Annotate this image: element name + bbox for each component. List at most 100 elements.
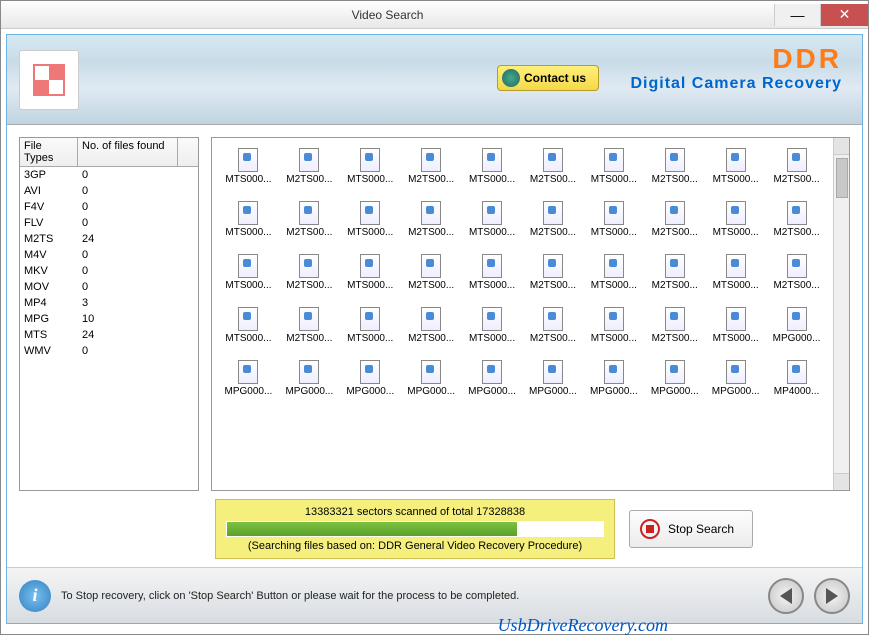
file-item[interactable]: MTS000... xyxy=(218,201,279,238)
file-grid-panel: MTS000...M2TS00...MTS000...M2TS00...MTS0… xyxy=(211,137,850,491)
table-row[interactable]: MTS24 xyxy=(20,327,198,343)
file-item[interactable]: MPG000... xyxy=(523,360,584,397)
file-icon xyxy=(299,148,319,172)
file-item[interactable]: MTS000... xyxy=(462,254,523,291)
next-button[interactable] xyxy=(814,578,850,614)
file-item[interactable]: MTS000... xyxy=(583,148,644,185)
website-link[interactable]: UsbDriveRecovery.com xyxy=(498,615,668,636)
table-body: 3GP0AVI0F4V0FLV0M2TS24M4V0MKV0MOV0MP43MP… xyxy=(20,167,198,490)
file-item[interactable]: MTS000... xyxy=(340,254,401,291)
file-item[interactable]: MTS000... xyxy=(705,148,766,185)
file-item[interactable]: MPG000... xyxy=(766,307,827,344)
back-button[interactable] xyxy=(768,578,804,614)
file-item[interactable]: MPG000... xyxy=(462,360,523,397)
table-row[interactable]: MOV0 xyxy=(20,279,198,295)
window-title: Video Search xyxy=(1,8,774,22)
file-item[interactable]: M2TS00... xyxy=(644,254,705,291)
file-item[interactable]: M2TS00... xyxy=(523,148,584,185)
file-item[interactable]: M2TS00... xyxy=(766,201,827,238)
table-row[interactable]: 3GP0 xyxy=(20,167,198,183)
chevron-left-icon xyxy=(780,588,792,604)
file-item[interactable]: MPG000... xyxy=(583,360,644,397)
info-icon: i xyxy=(19,580,51,612)
cell-count: 0 xyxy=(78,215,178,231)
file-item[interactable]: MTS000... xyxy=(583,307,644,344)
file-item[interactable]: M2TS00... xyxy=(401,148,462,185)
table-row[interactable]: MP43 xyxy=(20,295,198,311)
file-item[interactable]: MTS000... xyxy=(218,148,279,185)
file-item[interactable]: MTS000... xyxy=(462,148,523,185)
cell-type: FLV xyxy=(20,215,78,231)
file-item[interactable]: MTS000... xyxy=(340,307,401,344)
file-item[interactable]: MTS000... xyxy=(340,201,401,238)
close-button[interactable]: ✕ xyxy=(820,4,868,26)
file-label: M2TS00... xyxy=(652,174,698,185)
file-item[interactable]: MPG000... xyxy=(279,360,340,397)
chevron-right-icon xyxy=(826,588,838,604)
file-item[interactable]: MTS000... xyxy=(583,254,644,291)
file-item[interactable]: MTS000... xyxy=(705,201,766,238)
file-label: M2TS00... xyxy=(530,333,576,344)
contact-us-button[interactable]: Contact us xyxy=(497,65,599,91)
minimize-button[interactable]: — xyxy=(774,4,820,26)
cell-type: 3GP xyxy=(20,167,78,183)
contact-icon xyxy=(502,69,520,87)
table-row[interactable]: F4V0 xyxy=(20,199,198,215)
file-item[interactable]: MTS000... xyxy=(705,307,766,344)
stop-search-button[interactable]: Stop Search xyxy=(629,510,753,548)
file-item[interactable]: M2TS00... xyxy=(644,148,705,185)
file-item[interactable]: MTS000... xyxy=(218,307,279,344)
file-item[interactable]: MTS000... xyxy=(583,201,644,238)
file-item[interactable]: MPG000... xyxy=(218,360,279,397)
file-icon xyxy=(482,307,502,331)
file-item[interactable]: M2TS00... xyxy=(523,307,584,344)
file-item[interactable]: MTS000... xyxy=(462,307,523,344)
file-icon xyxy=(482,254,502,278)
file-item[interactable]: M2TS00... xyxy=(766,148,827,185)
file-item[interactable]: MPG000... xyxy=(644,360,705,397)
file-label: MPG000... xyxy=(407,386,455,397)
table-row[interactable]: MPG10 xyxy=(20,311,198,327)
file-item[interactable]: MPG000... xyxy=(705,360,766,397)
file-item[interactable]: MPG000... xyxy=(401,360,462,397)
col-file-types[interactable]: File Types xyxy=(20,138,78,166)
file-icon xyxy=(543,254,563,278)
table-row[interactable]: M4V0 xyxy=(20,247,198,263)
file-item[interactable]: MP4000... xyxy=(766,360,827,397)
file-item[interactable]: M2TS00... xyxy=(766,254,827,291)
scroll-thumb[interactable] xyxy=(836,158,848,198)
table-row[interactable]: AVI0 xyxy=(20,183,198,199)
file-item[interactable]: M2TS00... xyxy=(279,254,340,291)
table-row[interactable]: MKV0 xyxy=(20,263,198,279)
file-item[interactable]: M2TS00... xyxy=(523,201,584,238)
table-row[interactable]: M2TS24 xyxy=(20,231,198,247)
file-label: M2TS00... xyxy=(530,280,576,291)
file-item[interactable]: M2TS00... xyxy=(401,307,462,344)
file-item[interactable]: MPG000... xyxy=(340,360,401,397)
table-row[interactable]: FLV0 xyxy=(20,215,198,231)
file-item[interactable]: M2TS00... xyxy=(644,307,705,344)
file-item[interactable]: M2TS00... xyxy=(523,254,584,291)
cell-type: M4V xyxy=(20,247,78,263)
file-item[interactable]: MTS000... xyxy=(462,201,523,238)
table-row[interactable]: WMV0 xyxy=(20,343,198,359)
cell-type: WMV xyxy=(20,343,78,359)
inner-frame: Contact us DDR Digital Camera Recovery F… xyxy=(6,34,863,624)
file-item[interactable]: M2TS00... xyxy=(279,307,340,344)
file-item[interactable]: M2TS00... xyxy=(401,201,462,238)
file-item[interactable]: M2TS00... xyxy=(279,201,340,238)
file-item[interactable]: MTS000... xyxy=(340,148,401,185)
file-item[interactable]: M2TS00... xyxy=(279,148,340,185)
file-item[interactable]: MTS000... xyxy=(705,254,766,291)
file-icon xyxy=(238,307,258,331)
file-label: MTS000... xyxy=(713,333,759,344)
file-icon xyxy=(360,254,380,278)
brand-subtitle: Digital Camera Recovery xyxy=(630,75,842,93)
col-files-found[interactable]: No. of files found xyxy=(78,138,178,166)
file-item[interactable]: M2TS00... xyxy=(644,201,705,238)
file-item[interactable]: M2TS00... xyxy=(401,254,462,291)
file-item[interactable]: MTS000... xyxy=(218,254,279,291)
vertical-scrollbar[interactable] xyxy=(833,138,849,490)
progress-bar xyxy=(226,521,604,537)
file-icon xyxy=(299,360,319,384)
